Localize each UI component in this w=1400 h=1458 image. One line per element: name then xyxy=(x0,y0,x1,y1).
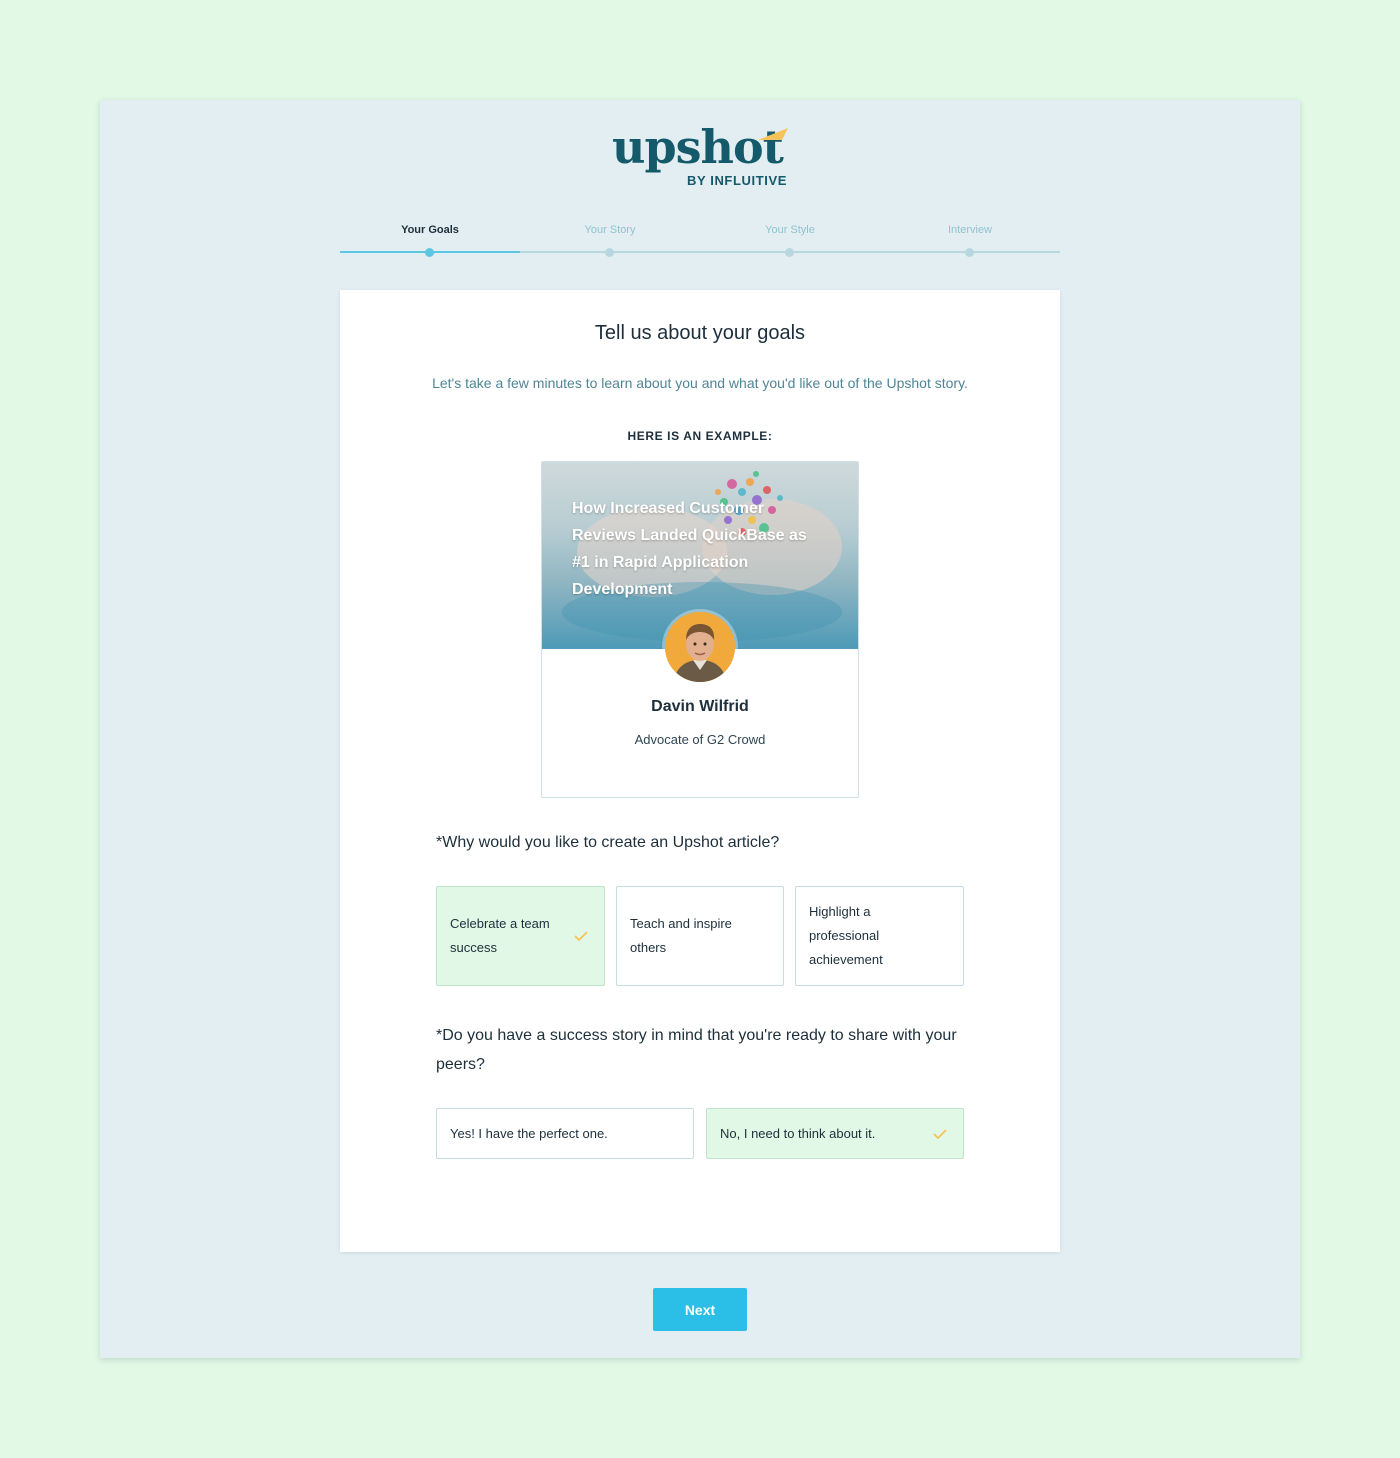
option-teach-inspire-others[interactable]: Teach and inspire others xyxy=(616,886,784,986)
example-story-card: How Increased Customer Reviews Landed Qu… xyxy=(541,461,859,798)
story-author-name: Davin Wilfrid xyxy=(651,698,749,715)
next-button[interactable]: Next xyxy=(653,1288,747,1331)
option-no-think-about-it[interactable]: No, I need to think about it. xyxy=(706,1108,964,1159)
page-title: Tell us about your goals xyxy=(594,322,806,344)
avatar xyxy=(665,612,735,682)
page-subtitle: Let's take a few minutes to learn about … xyxy=(432,375,968,391)
story-headline: How Increased Customer Reviews Landed Qu… xyxy=(572,500,807,598)
option-celebrate-team-success[interactable]: Celebrate a team success xyxy=(436,886,605,986)
progress-stepper: Your Goals Your Story Your Style Intervi… xyxy=(340,218,1060,260)
example-label: HERE IS AN EXAMPLE: xyxy=(627,429,773,443)
option-label: No, I need to think about it. xyxy=(720,1125,876,1141)
step-label: Interview xyxy=(947,224,993,236)
author-portrait xyxy=(665,612,735,682)
step-your-story[interactable]: Your Story xyxy=(520,218,700,260)
step-label: Your Style xyxy=(765,224,815,236)
story-author-role: Advocate of G2 Crowd xyxy=(634,732,766,747)
onboarding-panel: upshot BY INFLUITIVE Your Goals Your Sto… xyxy=(100,100,1300,1358)
option-highlight-achievement[interactable]: Highlight a professional achievement xyxy=(795,886,964,986)
step-label: Your Story xyxy=(584,224,636,236)
step-interview[interactable]: Interview xyxy=(880,218,1060,260)
option-label: Teach and inspire others xyxy=(630,916,732,955)
step-dot xyxy=(605,248,614,257)
upshot-logo: upshot BY INFLUITIVE xyxy=(612,122,792,192)
question-success-story: *Do you have a success story in mind tha… xyxy=(436,1027,957,1073)
option-label: Yes! I have the perfect one. xyxy=(450,1125,608,1141)
step-dot xyxy=(785,248,794,257)
logo-byline: BY INFLUITIVE xyxy=(687,173,788,188)
option-label: Highlight a professional achievement xyxy=(809,904,883,967)
step-dot xyxy=(425,248,434,257)
logo-swoosh-icon xyxy=(758,128,788,140)
question-why-upshot: *Why would you like to create an Upshot … xyxy=(436,834,780,851)
step-dot xyxy=(965,248,974,257)
step-your-goals[interactable]: Your Goals xyxy=(340,218,520,260)
step-your-style[interactable]: Your Style xyxy=(700,218,880,260)
option-yes-perfect-one[interactable]: Yes! I have the perfect one. xyxy=(436,1108,694,1159)
checkmark-icon xyxy=(574,931,588,941)
step-label: Your Goals xyxy=(401,224,459,236)
option-label: Celebrate a team success xyxy=(450,916,550,955)
goals-card: Tell us about your goals Let's take a fe… xyxy=(340,290,1060,1252)
checkmark-icon xyxy=(933,1128,947,1139)
